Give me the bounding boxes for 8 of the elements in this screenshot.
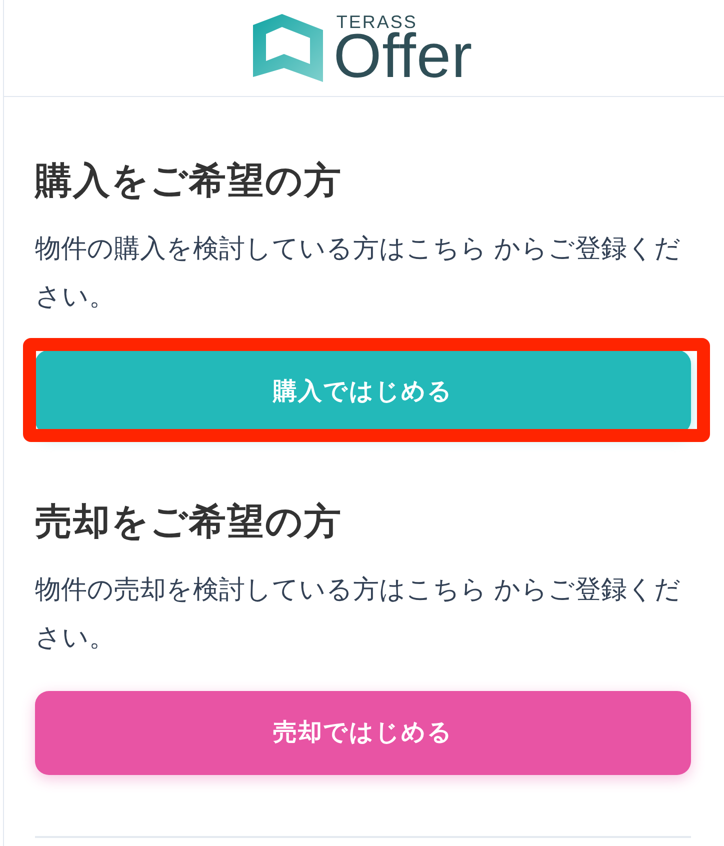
logo-icon	[253, 14, 324, 82]
start-button[interactable]: 売却ではじめる	[35, 691, 691, 775]
section-heading: 購入をご希望の方	[35, 159, 343, 203]
logo-text: Offer	[333, 31, 473, 83]
section-description: 物件の購入を検討している方はこちら からご登録ください。	[35, 232, 682, 313]
section-description: 物件の売却を検討している方はこちら からご登録ください。	[35, 573, 682, 654]
brand-text: TERASS	[336, 13, 418, 31]
section-heading: 売却をご希望の方	[35, 500, 343, 544]
